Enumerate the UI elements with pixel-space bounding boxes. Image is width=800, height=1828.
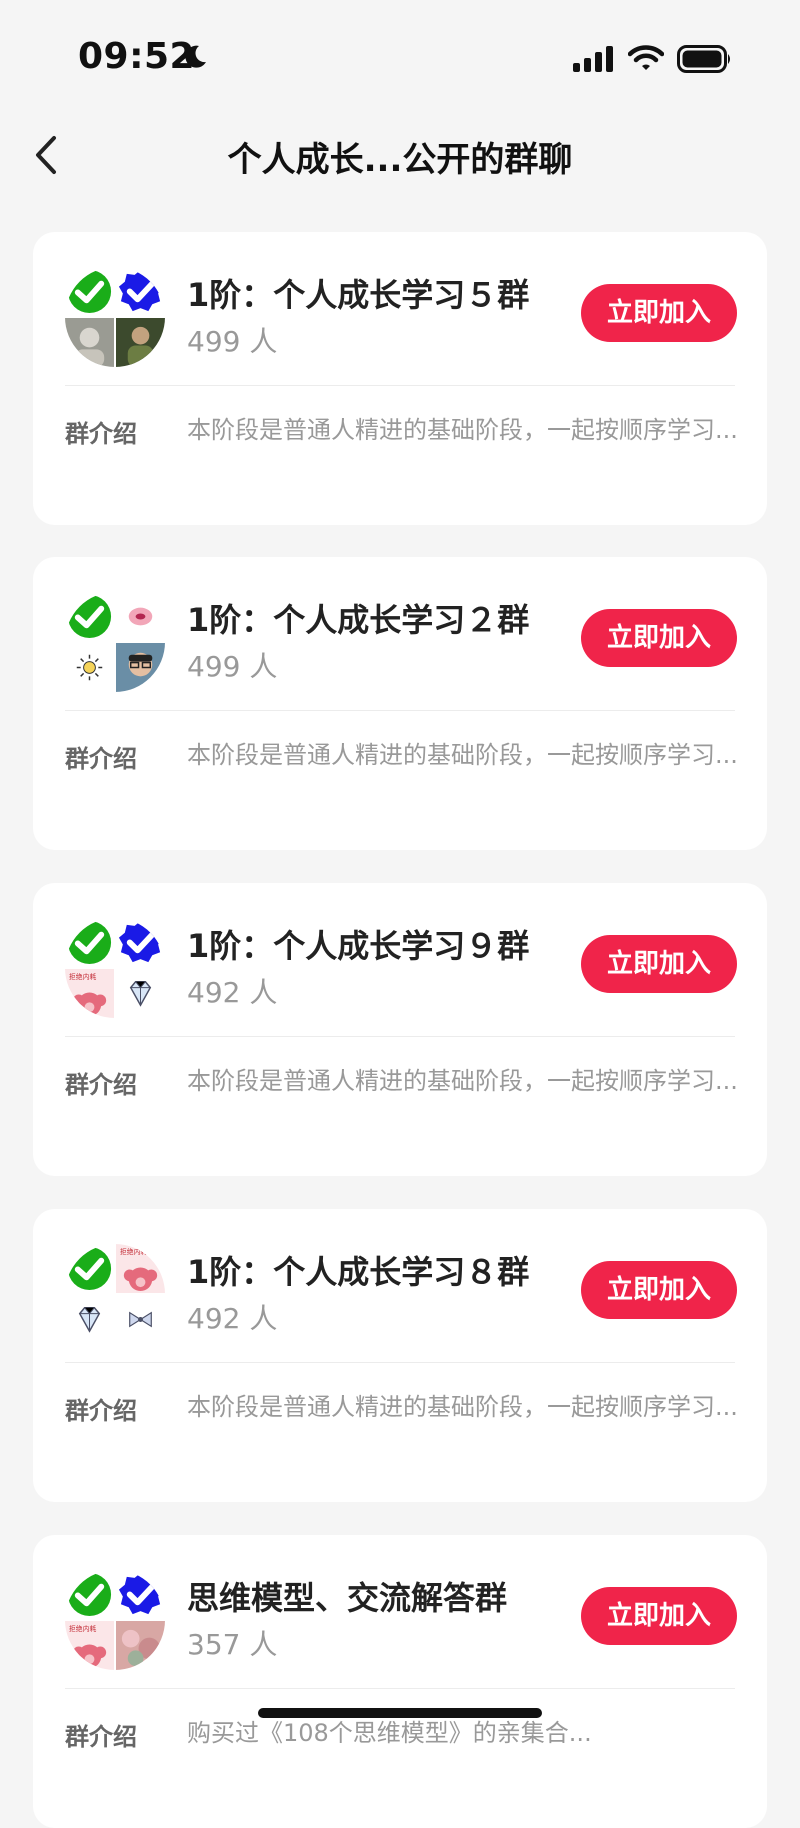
intro-label: 群介绍 (65, 745, 137, 773)
group-name: 思维模型、交流解答群 (187, 1579, 508, 1617)
member-photo-icon (116, 1621, 165, 1670)
group-avatar (65, 592, 165, 692)
wifi-icon (628, 45, 664, 70)
divider (65, 1688, 735, 1689)
group-avatar (65, 918, 165, 1018)
join-button[interactable]: 立即加入 (581, 1587, 737, 1645)
check-icon (65, 592, 114, 641)
sun-icon (65, 643, 114, 692)
group-card[interactable]: 1阶：个人成长学习８群 492 人 立即加入 群介绍 本阶段是普通人精进的基础阶… (33, 1209, 767, 1502)
group-name: 1阶：个人成长学习９群 (187, 927, 530, 965)
member-count: 499 人 (187, 325, 278, 358)
donut-icon (116, 592, 165, 641)
diamond-icon (116, 969, 165, 1018)
member-photo-icon (116, 318, 165, 367)
diamond-icon (65, 1295, 114, 1344)
divider (65, 710, 735, 711)
member-count: 492 人 (187, 976, 278, 1009)
group-card[interactable]: 1阶：个人成长学习５群 499 人 立即加入 群介绍 本阶段是普通人精进的基础阶… (33, 232, 767, 525)
group-card[interactable]: 1阶：个人成长学习９群 492 人 立即加入 群介绍 本阶段是普通人精进的基础阶… (33, 883, 767, 1176)
group-avatar (65, 1570, 165, 1670)
verified-badge-icon (116, 267, 165, 316)
bear-sticker-icon (65, 1621, 114, 1670)
group-name: 1阶：个人成长学习８群 (187, 1253, 530, 1291)
divider (65, 1036, 735, 1037)
battery-icon (677, 45, 730, 73)
group-avatar (65, 267, 165, 367)
moon-icon (185, 45, 206, 68)
member-count: 492 人 (187, 1302, 278, 1335)
intro-label: 群介绍 (65, 1397, 137, 1425)
check-icon (65, 1570, 114, 1619)
group-name: 1阶：个人成长学习２群 (187, 601, 530, 639)
member-count: 499 人 (187, 650, 278, 683)
join-button[interactable]: 立即加入 (581, 1261, 737, 1319)
intro-label: 群介绍 (65, 1723, 137, 1751)
check-icon (65, 1244, 114, 1293)
group-avatar (65, 1244, 165, 1344)
group-card[interactable]: 1阶：个人成长学习２群 499 人 立即加入 群介绍 本阶段是普通人精进的基础阶… (33, 557, 767, 850)
divider (65, 385, 735, 386)
divider (65, 1362, 735, 1363)
home-indicator[interactable] (258, 1708, 542, 1718)
group-name: 1阶：个人成长学习５群 (187, 276, 530, 314)
group-card[interactable]: 思维模型、交流解答群 357 人 立即加入 群介绍 购买过《108个思维模型》的… (33, 1535, 767, 1828)
intro-text: 本阶段是普通人精进的基础阶段，一起按顺序学习... (187, 1067, 738, 1095)
bow-icon (116, 1295, 165, 1344)
verified-badge-icon (116, 918, 165, 967)
intro-text: 本阶段是普通人精进的基础阶段，一起按顺序学习... (187, 1393, 738, 1421)
intro-text: 本阶段是普通人精进的基础阶段，一起按顺序学习... (187, 416, 738, 444)
intro-text: 本阶段是普通人精进的基础阶段，一起按顺序学习... (187, 741, 738, 769)
intro-label: 群介绍 (65, 420, 137, 448)
status-bar: 09:52 (0, 0, 800, 110)
verified-badge-icon (116, 1570, 165, 1619)
member-count: 357 人 (187, 1628, 278, 1661)
intro-label: 群介绍 (65, 1071, 137, 1099)
page-title: 个人成长...公开的群聊 (227, 140, 573, 180)
member-photo-icon (116, 643, 165, 692)
check-icon (65, 918, 114, 967)
check-icon (65, 267, 114, 316)
bear-sticker-icon (65, 969, 114, 1018)
member-photo-icon (65, 318, 114, 367)
join-button[interactable]: 立即加入 (581, 609, 737, 667)
nav-bar: 个人成长...公开的群聊 (0, 110, 800, 200)
intro-text: 购买过《108个思维模型》的亲集合... (187, 1719, 592, 1747)
bear-sticker-icon (116, 1244, 165, 1293)
join-button[interactable]: 立即加入 (581, 935, 737, 993)
join-button[interactable]: 立即加入 (581, 284, 737, 342)
signal-icon (573, 46, 613, 72)
status-time: 09:52 (78, 36, 196, 77)
